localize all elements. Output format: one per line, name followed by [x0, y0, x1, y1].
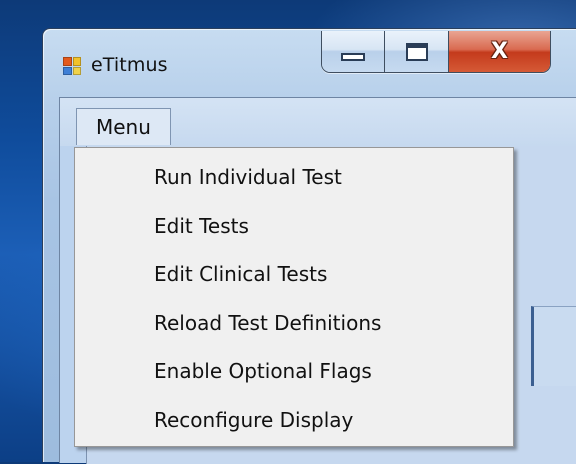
menu-item-edit-clinical-tests[interactable]: Edit Clinical Tests [75, 250, 513, 299]
app-window-icon[interactable] [63, 57, 81, 75]
menu-item-reload-test-definitions[interactable]: Reload Test Definitions [75, 299, 513, 348]
menu-item-menu[interactable]: Menu [76, 108, 171, 145]
menu-item-run-individual-test[interactable]: Run Individual Test [75, 153, 513, 202]
menu-item-enable-optional-flags[interactable]: Enable Optional Flags [75, 347, 513, 396]
menu-dropdown: Run Individual Test Edit Tests Edit Clin… [74, 147, 514, 447]
maximize-icon [405, 42, 428, 61]
menu-item-edit-tests[interactable]: Edit Tests [75, 202, 513, 251]
menu-bar: Menu [60, 98, 576, 146]
window-title: eTitmus [91, 54, 168, 76]
maximize-button[interactable] [385, 31, 449, 72]
close-button[interactable]: X [448, 31, 550, 72]
minimize-button[interactable] [322, 31, 386, 72]
menu-item-reconfigure-display[interactable]: Reconfigure Display [75, 396, 513, 445]
close-icon: X [490, 39, 508, 64]
caption-buttons: X [321, 31, 551, 73]
minimize-icon [341, 52, 366, 61]
title-bar[interactable]: eTitmus X [43, 29, 576, 95]
content-subpanel [531, 306, 576, 386]
